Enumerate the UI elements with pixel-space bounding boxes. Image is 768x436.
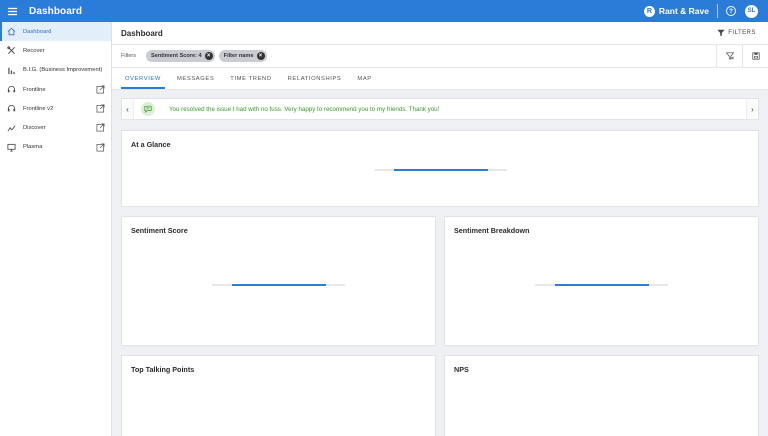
save-icon — [751, 52, 760, 60]
tab-map[interactable]: MAP — [349, 68, 379, 89]
bar-chart-icon — [7, 66, 16, 75]
card-sentiment-score: Sentiment Score — [121, 216, 436, 346]
sidebar-item-label: Frontline v2 — [23, 105, 54, 112]
brand-logo[interactable]: R Rant & Rave — [643, 5, 709, 17]
tab-bar: OVERVIEW MESSAGES TIME TREND RELATIONSHI… — [112, 68, 768, 90]
main-content: Dashboard FILTERS Filters Sentiment Scor… — [112, 22, 768, 436]
sidebar-item-big[interactable]: B.I.G. (Business Improvement) — [0, 61, 111, 80]
sidebar-item-label: Plasma — [23, 144, 43, 151]
brand-mark-icon: R — [643, 5, 655, 17]
sidebar-item-label: Frontline — [23, 86, 46, 93]
filters-button-label: FILTERS — [728, 30, 756, 36]
user-avatar[interactable]: SL — [745, 4, 758, 18]
customer-message: You resolved the issue I had with no fus… — [169, 105, 440, 113]
filters-button[interactable]: FILTERS — [717, 29, 756, 37]
sidebar-item-dashboard[interactable]: Dashboard — [0, 22, 111, 42]
page-header: Dashboard FILTERS — [112, 22, 768, 45]
monitor-icon — [7, 143, 16, 152]
chip-label: Filter name — [223, 53, 254, 59]
tab-relationships[interactable]: RELATIONSHIPS — [280, 68, 350, 89]
clear-filters-button[interactable] — [716, 45, 742, 67]
tab-messages[interactable]: MESSAGES — [169, 68, 222, 89]
carousel-next-button[interactable]: › — [746, 99, 758, 119]
external-link-icon[interactable] — [96, 143, 105, 152]
card-title: Sentiment Score — [131, 226, 188, 235]
sidebar-item-plasma[interactable]: Plasma — [0, 138, 111, 157]
close-icon[interactable]: × — [256, 52, 265, 60]
filters-label: Filters — [121, 53, 136, 59]
home-icon — [7, 27, 16, 36]
top-app-bar: Dashboard R Rant & Rave ? SL — [0, 0, 768, 22]
sidebar-item-label: Dashboard — [23, 28, 52, 35]
external-link-icon[interactable] — [96, 104, 105, 113]
message-icon — [141, 102, 155, 116]
chip-label: Sentiment Score: 4 — [150, 53, 202, 59]
tab-overview[interactable]: OVERVIEW — [117, 68, 169, 89]
sidebar-item-label: B.I.G. (Business Improvement) — [23, 67, 103, 74]
headset-icon — [7, 104, 16, 113]
save-filters-button[interactable] — [742, 45, 768, 67]
sidebar-item-discover[interactable]: Discover — [0, 118, 111, 137]
message-carousel: ‹ You resolved the issue I had with no f… — [121, 98, 759, 120]
menu-button[interactable] — [0, 0, 24, 22]
sidebar: Dashboard Recover B.I.G. (Business Impro… — [0, 22, 112, 436]
carousel-prev-button[interactable]: ‹ — [122, 99, 134, 119]
tab-time-trend[interactable]: TIME TREND — [222, 68, 279, 89]
filter-chip-sentiment-score[interactable]: Sentiment Score: 4 × — [145, 50, 215, 62]
brand-name: Rant & Rave — [658, 6, 709, 16]
sidebar-item-label: Recover — [23, 47, 45, 54]
loading-bar — [535, 284, 668, 286]
card-title: At a Glance — [131, 140, 171, 149]
trend-icon — [7, 124, 16, 133]
sidebar-item-label: Discover — [23, 125, 46, 132]
filter-chip-filter-name[interactable]: Filter name × — [218, 50, 267, 62]
loading-bar — [374, 169, 507, 171]
page-title: Dashboard — [121, 28, 163, 38]
card-top-talking-points: Top Talking Points — [121, 355, 436, 436]
card-title: Sentiment Breakdown — [454, 226, 530, 235]
card-title: Top Talking Points — [131, 365, 195, 374]
external-link-icon[interactable] — [96, 123, 105, 132]
headset-icon — [7, 85, 16, 94]
card-sentiment-breakdown: Sentiment Breakdown — [444, 216, 759, 346]
loading-bar — [212, 284, 345, 286]
sidebar-item-frontline-v2[interactable]: Frontline v2 — [0, 99, 111, 118]
filter-bar: Filters Sentiment Score: 4 × Filter name… — [112, 45, 768, 68]
card-title: NPS — [454, 365, 469, 374]
filter-icon — [717, 29, 725, 37]
card-at-a-glance: At a Glance — [121, 130, 759, 207]
tools-icon — [7, 46, 16, 55]
sidebar-item-frontline[interactable]: Frontline — [0, 80, 111, 99]
sidebar-item-recover[interactable]: Recover — [0, 41, 111, 60]
external-link-icon[interactable] — [96, 85, 105, 94]
hamburger-icon — [7, 7, 17, 15]
app-title: Dashboard — [29, 5, 83, 17]
close-icon[interactable]: × — [204, 52, 213, 60]
filter-clear-icon — [725, 52, 734, 60]
card-nps: NPS — [444, 355, 759, 436]
help-icon[interactable]: ? — [726, 6, 736, 16]
divider — [717, 4, 718, 18]
